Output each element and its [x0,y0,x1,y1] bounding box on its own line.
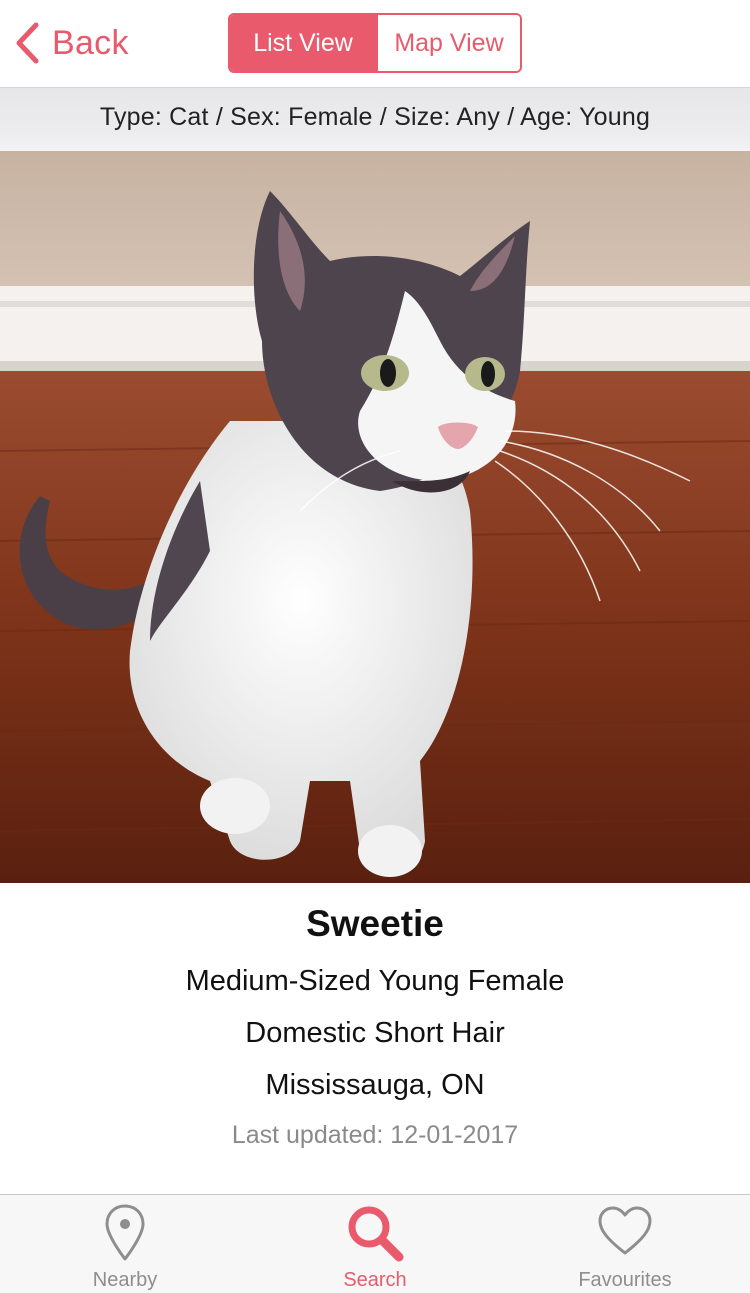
app-screen: Back List View Map View Type: Cat / Sex:… [0,0,750,1293]
pet-location: Mississauga, ON [265,1069,485,1101]
pet-breed: Domestic Short Hair [245,1017,505,1049]
last-updated: Last updated: 12-01-2017 [231,1121,519,1149]
chevron-left-icon [14,22,40,64]
tab-search[interactable]: Search [250,1195,500,1293]
tab-favourites-label: Favourites [578,1269,672,1291]
filter-summary-text: Type: Cat / Sex: Female / Size: Any / Ag… [99,103,651,131]
pet-photo[interactable] [0,151,750,883]
view-segmented-control: List View Map View [228,13,522,73]
tab-bar: Nearby Search Favourites [0,1194,750,1293]
tab-favourites[interactable]: Favourites [500,1195,750,1293]
tab-nearby-label: Nearby [92,1269,158,1291]
heart-icon [500,1203,750,1263]
map-view-segment[interactable]: Map View [376,15,520,71]
back-label: Back [52,23,129,62]
tab-nearby[interactable]: Nearby [0,1195,250,1293]
list-view-segment[interactable]: List View [230,15,376,71]
navigation-bar: Back List View Map View [0,0,750,88]
back-button[interactable]: Back [14,18,129,68]
filter-summary-bar: Type: Cat / Sex: Female / Size: Any / Ag… [0,88,750,151]
map-pin-icon [0,1203,250,1263]
pet-name: Sweetie [306,903,444,944]
search-icon [250,1203,500,1263]
tab-search-label: Search [343,1269,407,1291]
pet-description: Medium-Sized Young Female [185,965,565,997]
